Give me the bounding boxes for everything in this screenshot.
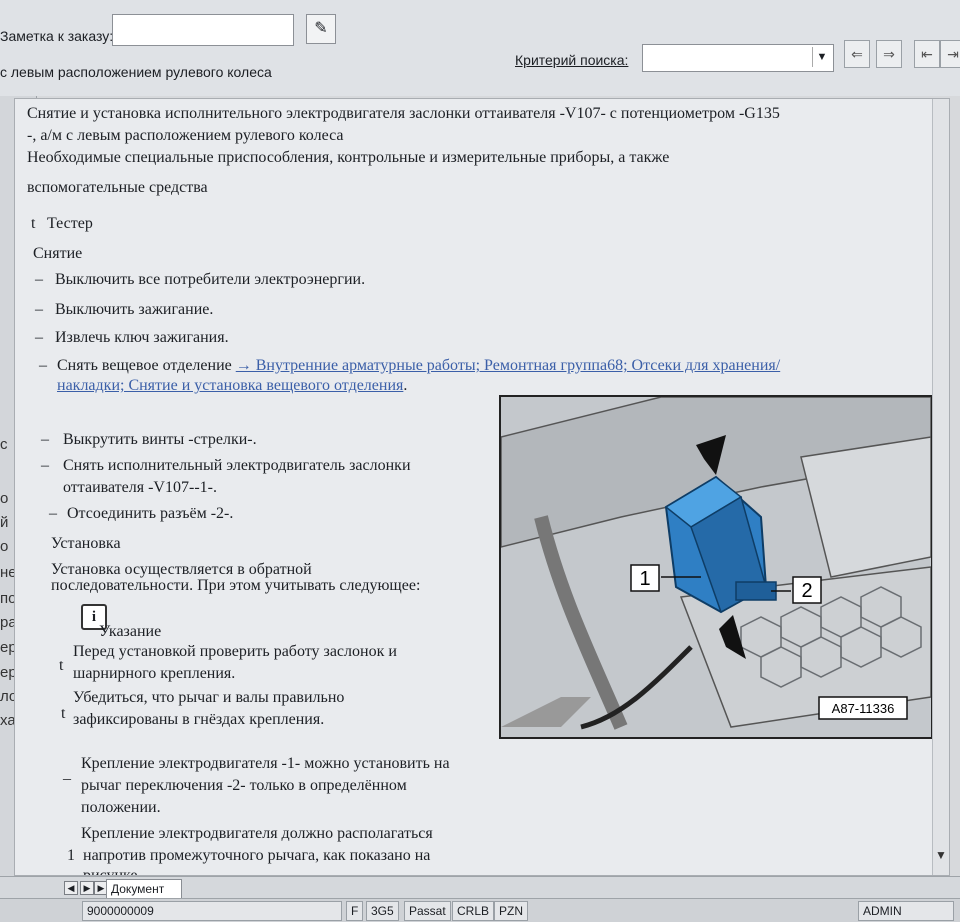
paragraph-cont: рычаг переключения -2- только в определё…: [81, 777, 407, 794]
paragraph: Крепление электродвигателя должно распол…: [81, 825, 433, 842]
tree-fragment[interactable]: о: [0, 490, 8, 507]
list-dash: –: [39, 357, 47, 374]
list-dash: –: [35, 271, 43, 288]
note-bullet: t: [61, 705, 66, 722]
list-dash: –: [41, 431, 49, 448]
scroll-down-icon[interactable]: ▼: [935, 848, 947, 863]
note-text: Перед установкой проверить работу заслон…: [73, 643, 397, 660]
search-criteria-select[interactable]: ▼: [642, 44, 834, 72]
list-dash: –: [49, 505, 57, 522]
note-edit-button[interactable]: ✎: [306, 14, 336, 44]
para-number: 1: [67, 847, 75, 864]
sheet-tabs: ◀ ▶ ▶ Документ: [0, 876, 960, 899]
tools-heading-cont: вспомогательные средства: [27, 179, 208, 196]
tree-fragment[interactable]: с: [0, 436, 8, 453]
glovebox-link[interactable]: → Внутренние арматурные работы; Ремонтна…: [236, 357, 780, 374]
removal-step: Извлечь ключ зажигания.: [55, 329, 229, 346]
tools-heading: Необходимые специальные приспособления, …: [27, 149, 670, 166]
paragraph-cont: положении.: [81, 799, 161, 816]
removal-step: Снять исполнительный электродвигатель за…: [63, 457, 411, 474]
tab-next-icon[interactable]: ▶: [80, 881, 94, 895]
tree-fragment[interactable]: о: [0, 538, 8, 555]
tool-item: Тестер: [47, 215, 93, 232]
removal-heading: Снятие: [33, 245, 83, 262]
note-heading: Указание: [99, 623, 162, 640]
notepad-icon: ✎: [314, 20, 328, 37]
callout-label-1: 1: [639, 568, 650, 590]
list-dash: –: [35, 329, 43, 346]
status-engine: CRLB: [452, 901, 495, 921]
status-f: F: [346, 901, 364, 921]
nav-first-button[interactable]: ⇤: [914, 40, 940, 68]
tab-prev-icon[interactable]: ◀: [64, 881, 78, 895]
note-text-cont: шарнирного крепления.: [73, 665, 236, 682]
search-criteria-label: Критерий поиска:: [515, 52, 629, 68]
document-subtitle: с левым расположением рулевого колеса: [0, 64, 272, 80]
illustration-drawing: 1 2 A87-11336: [501, 397, 931, 737]
search-prev-button[interactable]: ⇐: [844, 40, 870, 68]
removal-step-cont: накладки; Снятие и установка вещевого от…: [57, 377, 408, 394]
search-next-icon: ⇒: [883, 46, 895, 62]
tree-fragment[interactable]: й: [0, 514, 8, 531]
removal-step-cont: оттаивателя -V107--1-.: [63, 479, 217, 496]
status-order-no: 9000000009: [82, 901, 342, 921]
order-note-input[interactable]: [112, 14, 294, 46]
removal-step: Выкрутить винты -стрелки-.: [63, 431, 257, 448]
chevron-down-icon[interactable]: ▼: [812, 47, 831, 67]
list-dash: –: [41, 457, 49, 474]
status-user: ADMIN: [858, 901, 954, 921]
list-dash: –: [35, 301, 43, 318]
para-marker: _: [63, 765, 71, 782]
tab-document[interactable]: Документ: [106, 879, 182, 899]
tool-bullet: t: [31, 215, 36, 232]
removal-step: Отсоединить разъём -2-.: [67, 505, 234, 522]
status-pzn: PZN: [494, 901, 528, 921]
paragraph: Крепление электродвигателя -1- можно уст…: [81, 755, 450, 772]
install-heading: Установка: [51, 535, 121, 552]
paragraph-cont: рисунке.: [83, 867, 142, 876]
note-text: Убедиться, что рычаг и валы правильно: [73, 689, 345, 706]
removal-step: Выключить зажигание.: [55, 301, 214, 318]
status-bar: 9000000009 F 3G5 Passat CRLB PZN ADMIN: [0, 898, 960, 922]
top-toolbar: Заметка к заказу: ✎ с левым расположение…: [0, 0, 960, 96]
page-title-cont: -, а/м с левым расположением рулевого ко…: [27, 127, 344, 144]
figure-code: A87-11336: [832, 701, 895, 716]
status-model: Passat: [404, 901, 451, 921]
motor-illustration: 1 2 A87-11336: [499, 395, 933, 739]
nav-first-icon: ⇤: [921, 46, 933, 62]
page-title: Снятие и установка исполнительного элект…: [27, 105, 780, 122]
removal-step: Снять вещевое отделение → Внутренние арм…: [57, 357, 781, 374]
install-text-cont: последовательности. При этом учитывать с…: [51, 577, 421, 594]
search-prev-icon: ⇐: [851, 46, 863, 62]
document-pane: Снятие и установка исполнительного элект…: [14, 98, 950, 876]
nav-last-icon: ⇥: [947, 46, 959, 62]
note-text-cont: зафиксированы в гнёздах крепления.: [73, 711, 325, 728]
removal-step: Выключить все потребители электроэнергии…: [55, 271, 366, 288]
status-code: 3G5: [366, 901, 399, 921]
vertical-scrollbar[interactable]: ▼: [932, 99, 949, 875]
glovebox-link-cont[interactable]: накладки; Снятие и установка вещевого от…: [57, 377, 403, 394]
order-note-label: Заметка к заказу:: [0, 28, 114, 44]
note-bullet: t: [59, 657, 64, 674]
callout-label-2: 2: [801, 580, 812, 602]
paragraph-cont: напротив промежуточного рычага, как пока…: [83, 847, 431, 864]
nav-last-button[interactable]: ⇥: [940, 40, 960, 68]
search-next-button[interactable]: ⇒: [876, 40, 902, 68]
